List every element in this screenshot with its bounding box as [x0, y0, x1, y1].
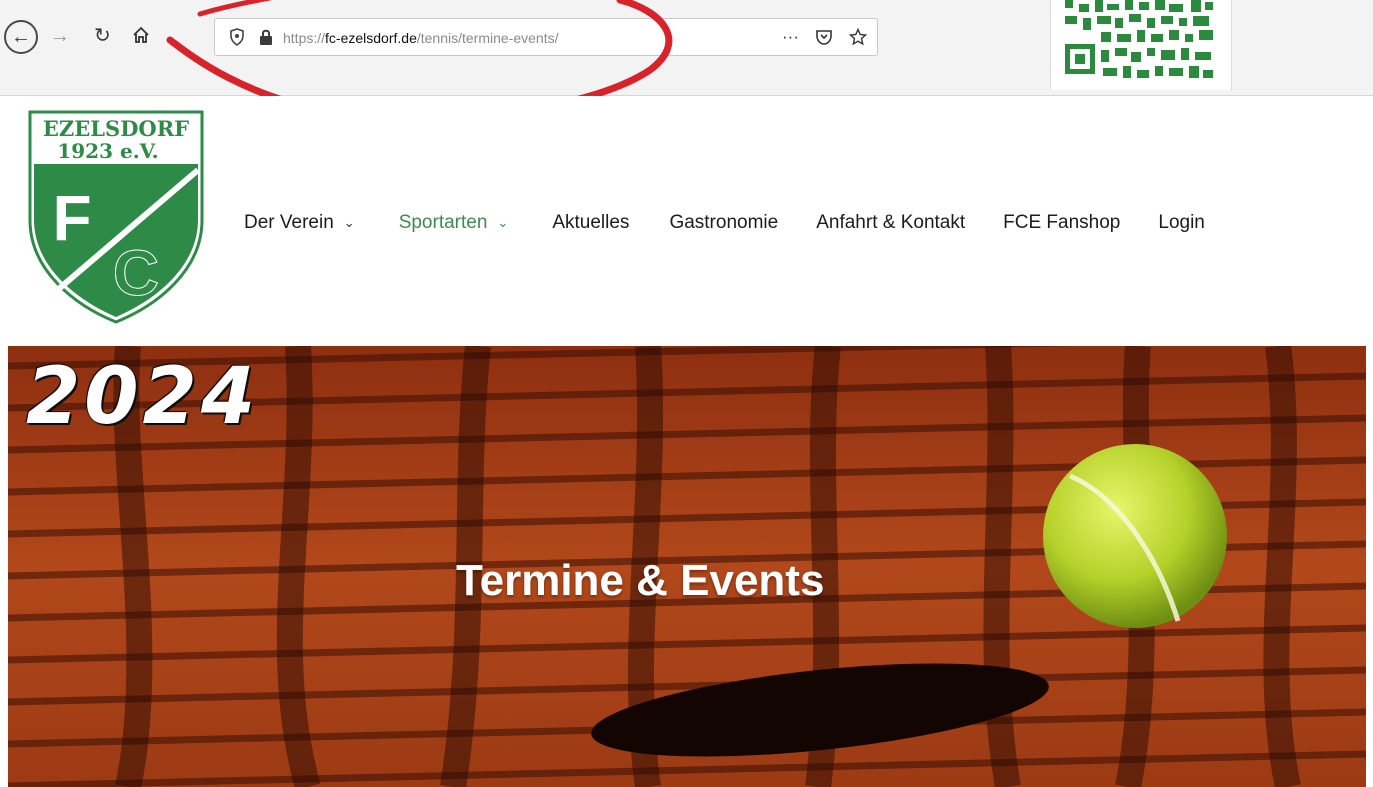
arrow-right-icon: →	[50, 25, 70, 47]
lock-icon[interactable]	[259, 28, 273, 46]
logo-text-line1: EZELSDORF	[43, 116, 189, 141]
hero-title: Termine & Events	[456, 556, 825, 605]
nav-item-sportarten[interactable]: Sportarten ⌄	[399, 212, 509, 234]
pocket-icon[interactable]	[815, 28, 833, 46]
nav-item-der-verein[interactable]: Der Verein ⌄	[244, 212, 355, 234]
arrow-left-icon: ←	[11, 26, 31, 48]
nav-item-label: Anfahrt & Kontakt	[816, 212, 966, 233]
logo-letter-f: F	[52, 182, 91, 254]
home-button[interactable]	[132, 26, 150, 48]
forward-button[interactable]: →	[50, 26, 70, 46]
nav-item-label: FCE Fanshop	[1003, 212, 1121, 233]
shield-icon[interactable]	[229, 28, 245, 46]
nav-item-label: Der Verein	[244, 212, 334, 233]
url-bar[interactable]: https://fc-ezelsdorf.de/tennis/termine-e…	[214, 18, 878, 56]
logo-letter-c: C	[113, 237, 159, 309]
back-button[interactable]: ←	[4, 20, 38, 54]
main-navigation: Der Verein ⌄ Sportarten ⌄ Aktuelles Gast…	[244, 212, 1205, 234]
home-icon	[133, 26, 149, 43]
chevron-down-icon: ⌄	[343, 215, 355, 230]
frame-border-right	[1366, 96, 1373, 787]
nav-item-fce-fanshop[interactable]: FCE Fanshop	[1003, 212, 1120, 234]
nav-item-label: Gastronomie	[669, 212, 779, 233]
frame-border-left	[0, 96, 8, 787]
url-domain: fc-ezelsdorf.de	[325, 30, 417, 46]
reload-icon: ↻	[94, 25, 111, 47]
bookmark-star-icon[interactable]	[849, 28, 867, 46]
chevron-down-icon: ⌄	[497, 215, 509, 230]
nav-item-gastronomie[interactable]: Gastronomie	[669, 212, 778, 234]
qr-code-image	[1050, 0, 1232, 90]
nav-item-anfahrt-kontakt[interactable]: Anfahrt & Kontakt	[816, 212, 965, 234]
browser-toolbar: ← → ↻ https://fc-ezelsdorf.de/tennis/ter…	[0, 0, 1373, 96]
url-text[interactable]: https://fc-ezelsdorf.de/tennis/termine-e…	[283, 30, 558, 46]
year-overlay: 2024	[26, 352, 260, 442]
page-actions-button[interactable]: ···	[782, 27, 799, 47]
nav-item-aktuelles[interactable]: Aktuelles	[552, 212, 629, 234]
url-prefix: https://	[283, 30, 326, 46]
nav-item-label: Aktuelles	[552, 212, 630, 233]
club-logo[interactable]: EZELSDORF 1923 e.V. F C	[28, 110, 204, 324]
logo-text-line2: 1923 e.V.	[57, 139, 158, 163]
site-header: EZELSDORF 1923 e.V. F C Der Verein ⌄ Spo…	[0, 96, 1373, 346]
nav-item-label: Login	[1158, 212, 1205, 233]
nav-item-label: Sportarten	[398, 212, 488, 233]
url-path: /tennis/termine-events/	[416, 30, 559, 46]
reload-button[interactable]: ↻	[94, 26, 111, 46]
nav-item-login[interactable]: Login	[1158, 212, 1205, 234]
